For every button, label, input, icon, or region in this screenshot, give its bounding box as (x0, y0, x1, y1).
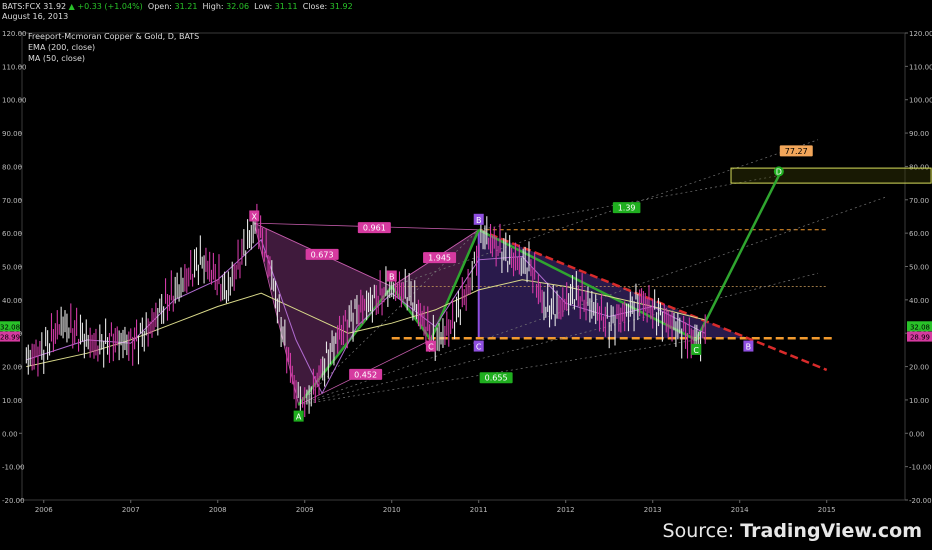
ratio-label: 1.945 (428, 254, 451, 263)
source-credit: Source: TradingView.com (663, 520, 922, 542)
close-value: 31.92 (329, 2, 353, 11)
symbol: BATS:FCX (2, 2, 41, 11)
y-tick-label-left: 70.00 (2, 197, 22, 205)
point-label: B (389, 273, 395, 282)
point-label: B (476, 216, 482, 225)
target-box (730, 167, 932, 184)
point-label: C (428, 343, 434, 352)
y-tick-label-right: 120.00 (909, 30, 932, 38)
ratio-label: 0.961 (363, 224, 386, 233)
ratio-label: 0.452 (354, 370, 377, 379)
y-tick-label-left: -10.00 (2, 464, 25, 472)
header-date: August 16, 2013 (2, 12, 69, 21)
y-tick-label-left: -20.00 (2, 497, 25, 505)
source-prefix: Source: (662, 520, 741, 542)
x-tick-label: 2014 (731, 506, 749, 514)
x-tick-label: 2012 (557, 506, 575, 514)
y-tick-label-right: 50.00 (909, 264, 929, 272)
y-tick-label-left: 60.00 (2, 230, 22, 238)
y-tick-label-left: 10.00 (2, 397, 22, 405)
axes: 120.00 120.00 110.00 110.00 100.00 100.00 90.0… (0, 30, 932, 514)
y-tick-label-left: 90.00 (2, 130, 22, 138)
y-tick-label-right: 100.00 (909, 97, 932, 105)
x-tick-label: 2009 (296, 506, 314, 514)
price-change: +0.33 (+1.04%) (77, 2, 143, 11)
up-arrow-icon: ▲ (68, 2, 75, 11)
y-tick-label-right: 20.00 (909, 364, 929, 372)
y-tick-label-right: -10.00 (909, 464, 932, 472)
y-tick-label-left: 0.00 (2, 430, 18, 438)
last-price: 31.92 (43, 2, 67, 11)
y-tick-label-left: 100.00 (2, 97, 27, 105)
ratio-label: 0.673 (311, 250, 334, 259)
y-tick-label-left: 120.00 (2, 30, 27, 38)
y-tick-label-right: -20.00 (909, 497, 932, 505)
point-label: A (296, 413, 302, 422)
close-label: Close: (302, 2, 328, 11)
x-tick-label: 2008 (209, 506, 227, 514)
ratio-label: 1.39 (618, 204, 636, 213)
high-value: 32.06 (226, 2, 250, 11)
x-tick-label: 2010 (383, 506, 401, 514)
open-label: Open: (147, 2, 172, 11)
target-price-label: 77.27 (785, 147, 808, 156)
x-tick-label: 2007 (122, 506, 140, 514)
open-value: 31.21 (174, 2, 198, 11)
legend-title: Freeport-Mcmoran Copper & Gold, D, BATS (28, 32, 200, 41)
legend-ema[interactable]: EMA (200, close) (28, 42, 199, 53)
point-label: C (693, 346, 699, 355)
point-label: C (476, 343, 482, 352)
x-tick-label: 2013 (644, 506, 662, 514)
price-badge-right-label: 32.08 (910, 323, 930, 331)
price-badge-right-label: 28.99 (910, 334, 930, 342)
y-tick-label-left: 50.00 (2, 264, 22, 272)
y-tick-label-right: 0.00 (909, 430, 925, 438)
ratio-label: 0.655 (485, 374, 508, 383)
harmonic-pattern (253, 139, 932, 406)
high-label: High: (202, 2, 224, 11)
y-tick-label-left: 80.00 (2, 163, 22, 171)
price-badge-left-label: 32.08 (0, 323, 20, 331)
price-chart[interactable]: 120.00 120.00 110.00 110.00 100.00 100.00 90.0… (0, 0, 932, 550)
point-label: X (252, 212, 258, 221)
y-tick-label-left: 20.00 (2, 364, 22, 372)
price-badge-left-label: 28.99 (0, 334, 20, 342)
y-tick-label-right: 60.00 (909, 230, 929, 238)
x-tick-label: 2015 (818, 506, 836, 514)
y-tick-label-right: 70.00 (909, 197, 929, 205)
source-brand: TradingView.com (740, 520, 922, 542)
y-tick-label-right: 90.00 (909, 130, 929, 138)
x-tick-label: 2011 (470, 506, 488, 514)
y-tick-label-left: 110.00 (2, 63, 27, 71)
x-tick-label: 2006 (35, 506, 53, 514)
point-label: D (776, 167, 782, 176)
y-tick-label-right: 10.00 (909, 397, 929, 405)
chart-legend: Freeport-Mcmoran Copper & Gold, D, BATS … (28, 31, 199, 64)
y-tick-label-left: 40.00 (2, 297, 22, 305)
low-label: Low: (254, 2, 273, 11)
y-tick-label-right: 110.00 (909, 63, 932, 71)
point-label: B (746, 343, 752, 352)
low-value: 31.11 (274, 2, 298, 11)
legend-ma[interactable]: MA (50, close) (28, 53, 199, 64)
y-tick-label-right: 40.00 (909, 297, 929, 305)
symbol-header: BATS:FCX 31.92 ▲ +0.33 (+1.04%) Open: 31… (2, 1, 353, 12)
